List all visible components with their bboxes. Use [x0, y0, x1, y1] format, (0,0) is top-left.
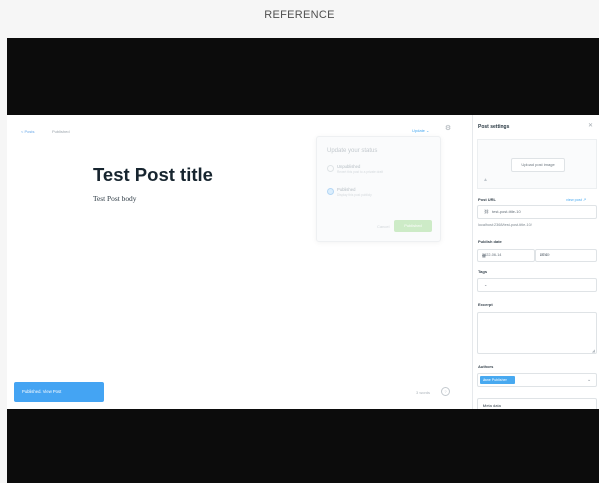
date-input[interactable]: 2022-06-14 ▦	[477, 249, 535, 262]
letterbox-bottom	[7, 409, 599, 483]
post-url-input[interactable]: ⛓ test-post-title-10	[477, 205, 597, 219]
reference-label: REFERENCE	[264, 9, 335, 21]
post-body[interactable]: Test Post body	[93, 194, 136, 203]
status-option-published[interactable]: Published Display this post publicly	[327, 186, 432, 202]
radio-published[interactable]	[327, 188, 334, 195]
authors-input[interactable]: Jane Publisher × ⌄	[477, 373, 597, 387]
excerpt-label: Excerpt	[478, 302, 493, 307]
time-input[interactable]: 20:49 UTC	[535, 249, 597, 262]
popup-title: Update your status	[327, 148, 378, 154]
option-label: Published	[337, 187, 356, 192]
timezone: UTC	[540, 253, 548, 257]
option-label: Unpublished	[337, 164, 361, 169]
chevron-right-icon: ›	[483, 403, 485, 408]
chevron-down-icon: ⌄	[484, 282, 488, 287]
update-button[interactable]: Published	[394, 220, 432, 232]
ghost-editor-window: < Posts Published Update ⌄ ⚙ Test Post t…	[7, 115, 599, 409]
status-option-unpublished[interactable]: Unpublished Revert this post to a privat…	[327, 163, 432, 179]
calendar-icon: ▦	[482, 254, 486, 258]
letterbox-top	[7, 38, 599, 115]
meta-data-label: Meta data	[483, 403, 501, 408]
option-desc: Display this post publicly	[337, 193, 372, 197]
question-icon[interactable]: ?	[441, 387, 450, 396]
post-settings-sidebar: Post settings ✕ Upload post image ▲ Post…	[472, 115, 599, 409]
word-count: 3 words	[416, 390, 431, 395]
tags-input[interactable]: ⌄	[477, 278, 597, 292]
status-popup: Update your status Unpublished Revert th…	[316, 136, 441, 242]
option-desc: Revert this post to a private draft	[337, 170, 384, 174]
excerpt-textarea[interactable]: ◢	[477, 312, 597, 354]
authors-label: Authors	[478, 364, 494, 369]
feature-image-box[interactable]: Upload post image ▲	[477, 139, 597, 189]
cancel-button[interactable]: Cancel	[377, 224, 389, 229]
url-preview: localhost:2368/test-post-title-10/	[478, 223, 532, 227]
remove-author-icon[interactable]: ×	[483, 378, 485, 382]
author-name: Jane Publisher	[483, 378, 507, 382]
upload-image-button[interactable]: Upload post image	[511, 158, 565, 172]
close-icon[interactable]: ✕	[588, 122, 593, 129]
link-icon: ⛓	[484, 209, 490, 214]
publish-date-label: Publish date	[478, 239, 502, 244]
posts-breadcrumb-link[interactable]: < Posts	[21, 129, 34, 134]
resize-handle-icon[interactable]: ◢	[592, 348, 595, 353]
radio-unpublished[interactable]	[327, 165, 334, 172]
meta-data-section[interactable]: Meta data ›	[477, 398, 597, 409]
sidebar-title: Post settings	[478, 124, 510, 130]
post-url-label: Post URL	[478, 197, 496, 202]
publish-notification[interactable]: Published. View Post	[14, 382, 104, 402]
post-status-breadcrumb: Published	[52, 129, 70, 134]
view-post-link[interactable]: view post ↗	[566, 197, 586, 202]
gear-icon[interactable]: ⚙	[444, 125, 452, 133]
post-title[interactable]: Test Post title	[93, 164, 213, 186]
chevron-down-icon: ⌄	[587, 377, 592, 383]
tags-label: Tags	[478, 269, 488, 274]
author-tag[interactable]: Jane Publisher ×	[480, 376, 515, 384]
image-icon: ▲	[483, 177, 488, 183]
publish-notification-text: Published. View Post	[22, 389, 62, 394]
update-dropdown-trigger[interactable]: Update ⌄	[412, 128, 429, 133]
post-url-value: test-post-title-10	[492, 209, 521, 214]
